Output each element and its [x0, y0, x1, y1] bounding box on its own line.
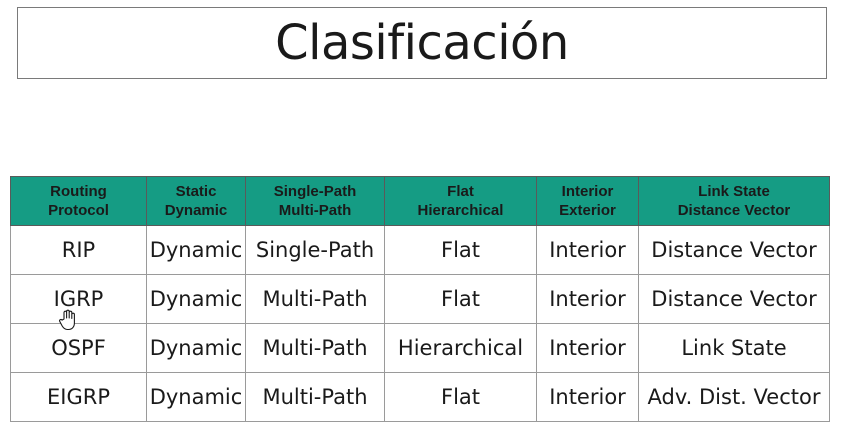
cell-protocol: IGRP: [10, 274, 147, 324]
cell-static-dynamic: Dynamic: [146, 225, 246, 275]
cell-static-dynamic: Dynamic: [146, 274, 246, 324]
cell-protocol: OSPF: [10, 323, 147, 373]
cell-path: Multi-Path: [245, 372, 385, 422]
slide-title: Clasificación: [275, 15, 569, 71]
cell-algorithm: Adv. Dist. Vector: [638, 372, 830, 422]
cell-path: Multi-Path: [245, 274, 385, 324]
cell-flat-hierarchical: Flat: [384, 274, 537, 324]
cell-algorithm: Distance Vector: [638, 225, 830, 275]
routing-protocol-table: Routing Protocol Static Dynamic Single-Pat…: [10, 176, 830, 422]
cell-flat-hierarchical: Hierarchical: [384, 323, 537, 373]
table-row: OSPF Dynamic Multi-Path Hierarchical Int…: [10, 323, 830, 373]
cell-protocol: EIGRP: [10, 372, 147, 422]
cell-interior-exterior: Interior: [536, 323, 639, 373]
cell-flat-hierarchical: Flat: [384, 372, 537, 422]
table-row: IGRP Dynamic Multi-Path Flat Interior Di…: [10, 274, 830, 324]
cell-interior-exterior: Interior: [536, 225, 639, 275]
header-interior-exterior: Interior Exterior: [536, 176, 639, 226]
header-row: Routing Protocol Static Dynamic Single-Pat…: [10, 176, 830, 226]
header-single-multi-path: Single-Path Multi-Path: [245, 176, 385, 226]
title-box: Clasificación: [17, 7, 827, 79]
cell-static-dynamic: Dynamic: [146, 372, 246, 422]
cell-algorithm: Link State: [638, 323, 830, 373]
cell-algorithm: Distance Vector: [638, 274, 830, 324]
header-flat-hierarchical: Flat Hierarchical: [384, 176, 537, 226]
table-row: RIP Dynamic Single-Path Flat Interior Di…: [10, 225, 830, 275]
cell-interior-exterior: Interior: [536, 372, 639, 422]
hand-cursor-icon: [59, 309, 75, 331]
table-row: EIGRP Dynamic Multi-Path Flat Interior A…: [10, 372, 830, 422]
cell-path: Multi-Path: [245, 323, 385, 373]
header-link-state-distance-vector: Link State Distance Vector: [638, 176, 830, 226]
cell-interior-exterior: Interior: [536, 274, 639, 324]
header-static-dynamic: Static Dynamic: [146, 176, 246, 226]
cell-protocol: RIP: [10, 225, 147, 275]
cell-flat-hierarchical: Flat: [384, 225, 537, 275]
cell-path: Single-Path: [245, 225, 385, 275]
header-routing-protocol: Routing Protocol: [10, 176, 147, 226]
cell-static-dynamic: Dynamic: [146, 323, 246, 373]
